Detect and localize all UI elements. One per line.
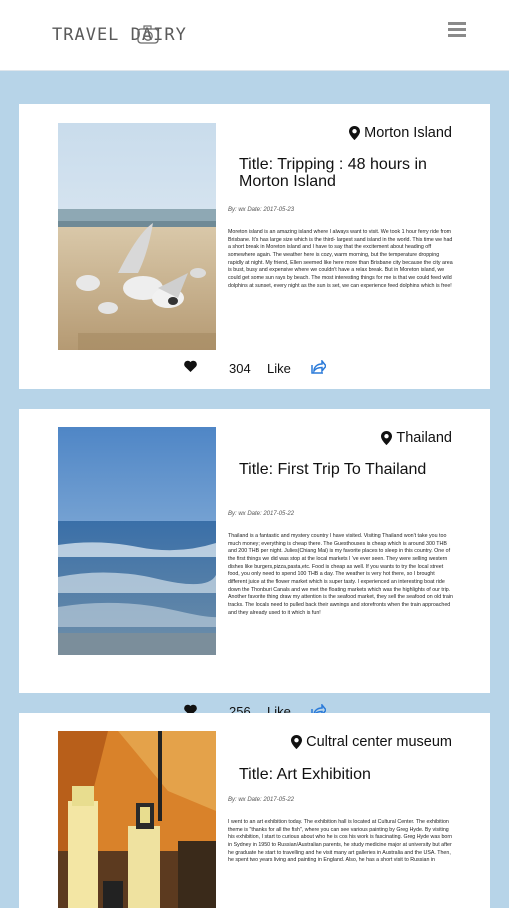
top-navbar: TRAVEL DAIRY bbox=[0, 0, 509, 71]
like-button[interactable]: Like bbox=[267, 361, 291, 376]
post-body: Moreton island is an amazing island wher… bbox=[228, 229, 453, 289]
post-photo-ocean-waves[interactable] bbox=[58, 427, 216, 655]
location-text: Morton Island bbox=[364, 125, 452, 141]
post-photo-seagulls-beach[interactable] bbox=[58, 123, 216, 350]
map-pin-icon bbox=[291, 735, 303, 749]
location-text: Cultral center museum bbox=[306, 734, 452, 750]
post-card: Cultral center museum Title: Art Exhibit… bbox=[19, 713, 490, 908]
post-photo-art-exhibition[interactable] bbox=[58, 731, 216, 908]
post-title: Title: First Trip To Thailand bbox=[239, 461, 427, 478]
location-label[interactable]: Cultral center museum bbox=[291, 734, 452, 750]
heart-icon[interactable] bbox=[184, 360, 197, 372]
post-meta: By: wx Date: 2017-05-22 bbox=[228, 511, 295, 517]
post-body: I went to an art exhibition today. The e… bbox=[228, 819, 453, 864]
like-count: 304 bbox=[229, 361, 251, 376]
post-meta: By: wx Date: 2017-05-22 bbox=[228, 797, 295, 803]
post-actions: 304 Like bbox=[19, 360, 490, 380]
brand-logo-text[interactable]: TRAVEL DAIRY bbox=[52, 25, 187, 45]
map-pin-icon bbox=[381, 431, 393, 445]
camera-logo-icon bbox=[137, 25, 159, 44]
location-text: Thailand bbox=[396, 430, 452, 446]
hamburger-menu-icon[interactable] bbox=[448, 22, 466, 38]
share-icon[interactable] bbox=[311, 360, 326, 374]
location-label[interactable]: Morton Island bbox=[349, 125, 452, 141]
post-title: Title: Tripping : 48 hours in Morton Isl… bbox=[239, 156, 427, 190]
post-title: Title: Art Exhibition bbox=[239, 766, 371, 783]
post-body: Thailand is a fantastic and mystery coun… bbox=[228, 533, 453, 616]
post-card: Thailand Title: First Trip To Thailand B… bbox=[19, 409, 490, 693]
location-label[interactable]: Thailand bbox=[381, 430, 452, 446]
post-card: Morton Island Title: Tripping : 48 hours… bbox=[19, 104, 490, 389]
map-pin-icon bbox=[349, 126, 361, 140]
post-meta: By: wx Date: 2017-05-23 bbox=[228, 207, 295, 213]
